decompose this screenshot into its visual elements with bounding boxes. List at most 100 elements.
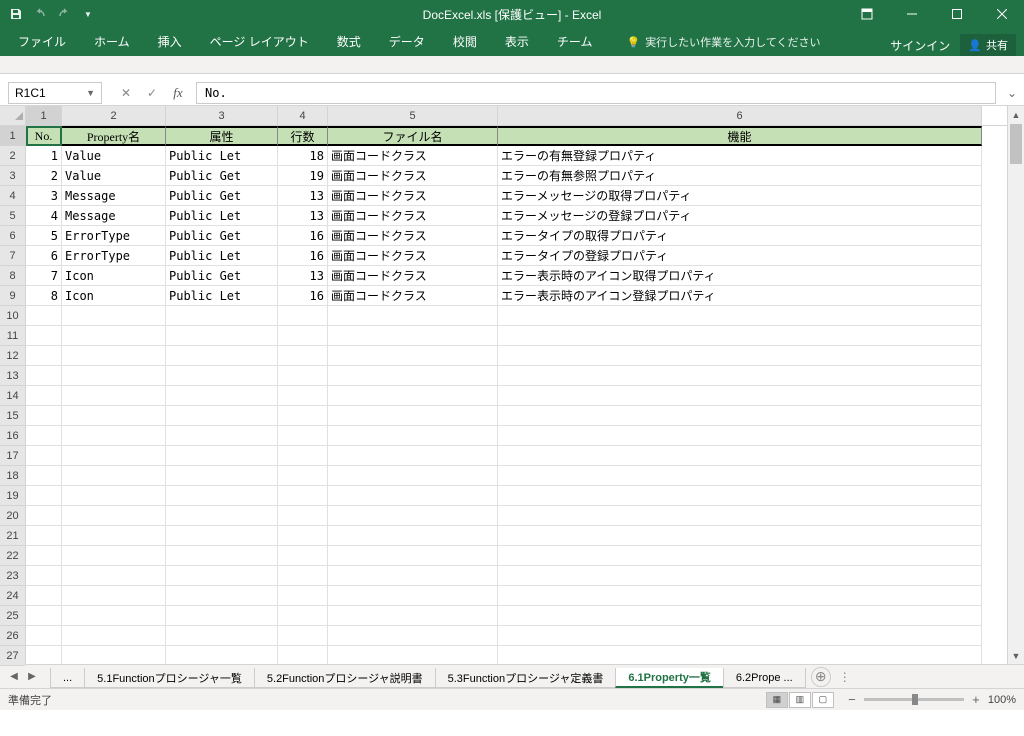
empty-cell[interactable] xyxy=(328,366,498,386)
data-cell[interactable]: Icon xyxy=(62,266,166,286)
cells[interactable]: No.Property名属性行数ファイル名機能1ValuePublic Let1… xyxy=(26,126,1007,664)
empty-cell[interactable] xyxy=(278,566,328,586)
empty-cell[interactable] xyxy=(166,346,278,366)
row-header-17[interactable]: 17 xyxy=(0,446,25,466)
empty-cell[interactable] xyxy=(278,426,328,446)
data-cell[interactable]: 8 xyxy=(26,286,62,306)
empty-cell[interactable] xyxy=(498,406,982,426)
empty-cell[interactable] xyxy=(26,626,62,646)
data-cell[interactable]: Public Let xyxy=(166,246,278,266)
empty-cell[interactable] xyxy=(26,426,62,446)
empty-cell[interactable] xyxy=(26,606,62,626)
empty-cell[interactable] xyxy=(328,486,498,506)
sheet-tab[interactable]: 6.1Property一覧 xyxy=(615,668,724,688)
row-header-18[interactable]: 18 xyxy=(0,466,25,486)
empty-cell[interactable] xyxy=(26,386,62,406)
empty-cell[interactable] xyxy=(498,526,982,546)
empty-cell[interactable] xyxy=(278,446,328,466)
minimize-button[interactable] xyxy=(889,0,934,28)
data-cell[interactable]: 4 xyxy=(26,206,62,226)
empty-cell[interactable] xyxy=(498,386,982,406)
sheet-tab[interactable]: 5.3Functionプロシージャ定義書 xyxy=(435,668,617,688)
empty-cell[interactable] xyxy=(166,386,278,406)
data-cell[interactable]: 画面コードクラス xyxy=(328,186,498,206)
empty-cell[interactable] xyxy=(62,426,166,446)
fx-icon[interactable]: fx xyxy=(166,82,190,104)
redo-icon[interactable] xyxy=(56,6,72,22)
sheet-tab-more[interactable]: ... xyxy=(50,668,85,688)
empty-cell[interactable] xyxy=(328,606,498,626)
data-cell[interactable]: エラーの有無登録プロパティ xyxy=(498,146,982,166)
data-cell[interactable]: 2 xyxy=(26,166,62,186)
empty-cell[interactable] xyxy=(62,626,166,646)
empty-cell[interactable] xyxy=(278,326,328,346)
empty-cell[interactable] xyxy=(328,326,498,346)
row-header-14[interactable]: 14 xyxy=(0,386,25,406)
sheet-tab[interactable]: 6.2Prope ... xyxy=(723,668,806,688)
row-header-26[interactable]: 26 xyxy=(0,626,25,646)
empty-cell[interactable] xyxy=(278,486,328,506)
empty-cell[interactable] xyxy=(26,546,62,566)
header-cell[interactable]: ファイル名 xyxy=(328,126,498,146)
data-cell[interactable]: 13 xyxy=(278,266,328,286)
empty-cell[interactable] xyxy=(278,406,328,426)
empty-cell[interactable] xyxy=(62,586,166,606)
data-cell[interactable]: Public Let xyxy=(166,206,278,226)
zoom-level[interactable]: 100% xyxy=(988,694,1016,706)
empty-cell[interactable] xyxy=(278,546,328,566)
tab-data[interactable]: データ xyxy=(375,27,439,56)
row-header-2[interactable]: 2 xyxy=(0,146,25,166)
empty-cell[interactable] xyxy=(498,566,982,586)
row-header-22[interactable]: 22 xyxy=(0,546,25,566)
data-cell[interactable]: エラーメッセージの取得プロパティ xyxy=(498,186,982,206)
empty-cell[interactable] xyxy=(62,406,166,426)
zoom-in-button[interactable]: + xyxy=(970,692,982,707)
data-cell[interactable]: 16 xyxy=(278,246,328,266)
save-icon[interactable] xyxy=(8,6,24,22)
empty-cell[interactable] xyxy=(26,306,62,326)
empty-cell[interactable] xyxy=(498,626,982,646)
row-header-6[interactable]: 6 xyxy=(0,226,25,246)
empty-cell[interactable] xyxy=(166,626,278,646)
tab-pagelayout[interactable]: ページ レイアウト xyxy=(196,27,323,56)
col-header-2[interactable]: 2 xyxy=(62,106,166,125)
tellme-box[interactable]: 💡 実行したい作業を入力してください xyxy=(616,28,830,56)
data-cell[interactable]: Public Get xyxy=(166,266,278,286)
empty-cell[interactable] xyxy=(328,626,498,646)
empty-cell[interactable] xyxy=(166,586,278,606)
empty-cell[interactable] xyxy=(166,446,278,466)
header-cell[interactable]: Property名 xyxy=(62,126,166,146)
row-header-11[interactable]: 11 xyxy=(0,326,25,346)
tab-team[interactable]: チーム xyxy=(543,27,607,56)
empty-cell[interactable] xyxy=(26,406,62,426)
empty-cell[interactable] xyxy=(328,306,498,326)
row-header-23[interactable]: 23 xyxy=(0,566,25,586)
empty-cell[interactable] xyxy=(498,506,982,526)
tab-review[interactable]: 校閲 xyxy=(439,27,491,56)
empty-cell[interactable] xyxy=(498,606,982,626)
empty-cell[interactable] xyxy=(328,546,498,566)
empty-cell[interactable] xyxy=(498,426,982,446)
data-cell[interactable]: エラータイプの登録プロパティ xyxy=(498,246,982,266)
zoom-thumb[interactable] xyxy=(912,694,918,705)
data-cell[interactable]: Public Get xyxy=(166,226,278,246)
select-all-corner[interactable] xyxy=(0,106,25,126)
sheet-tab[interactable]: 5.1Functionプロシージャ一覧 xyxy=(84,668,255,688)
data-cell[interactable]: 13 xyxy=(278,206,328,226)
scroll-down-icon[interactable]: ▼ xyxy=(1008,647,1024,664)
data-cell[interactable]: Icon xyxy=(62,286,166,306)
col-header-3[interactable]: 3 xyxy=(166,106,278,125)
empty-cell[interactable] xyxy=(166,326,278,346)
data-cell[interactable]: Message xyxy=(62,186,166,206)
empty-cell[interactable] xyxy=(328,586,498,606)
row-header-27[interactable]: 27 xyxy=(0,646,25,666)
add-sheet-button[interactable]: ⊕ xyxy=(811,667,831,687)
empty-cell[interactable] xyxy=(328,646,498,664)
scroll-up-icon[interactable]: ▲ xyxy=(1008,106,1024,123)
data-cell[interactable]: エラータイプの取得プロパティ xyxy=(498,226,982,246)
empty-cell[interactable] xyxy=(166,486,278,506)
close-button[interactable] xyxy=(979,0,1024,28)
empty-cell[interactable] xyxy=(328,406,498,426)
data-cell[interactable]: Public Get xyxy=(166,186,278,206)
tab-formulas[interactable]: 数式 xyxy=(323,27,375,56)
